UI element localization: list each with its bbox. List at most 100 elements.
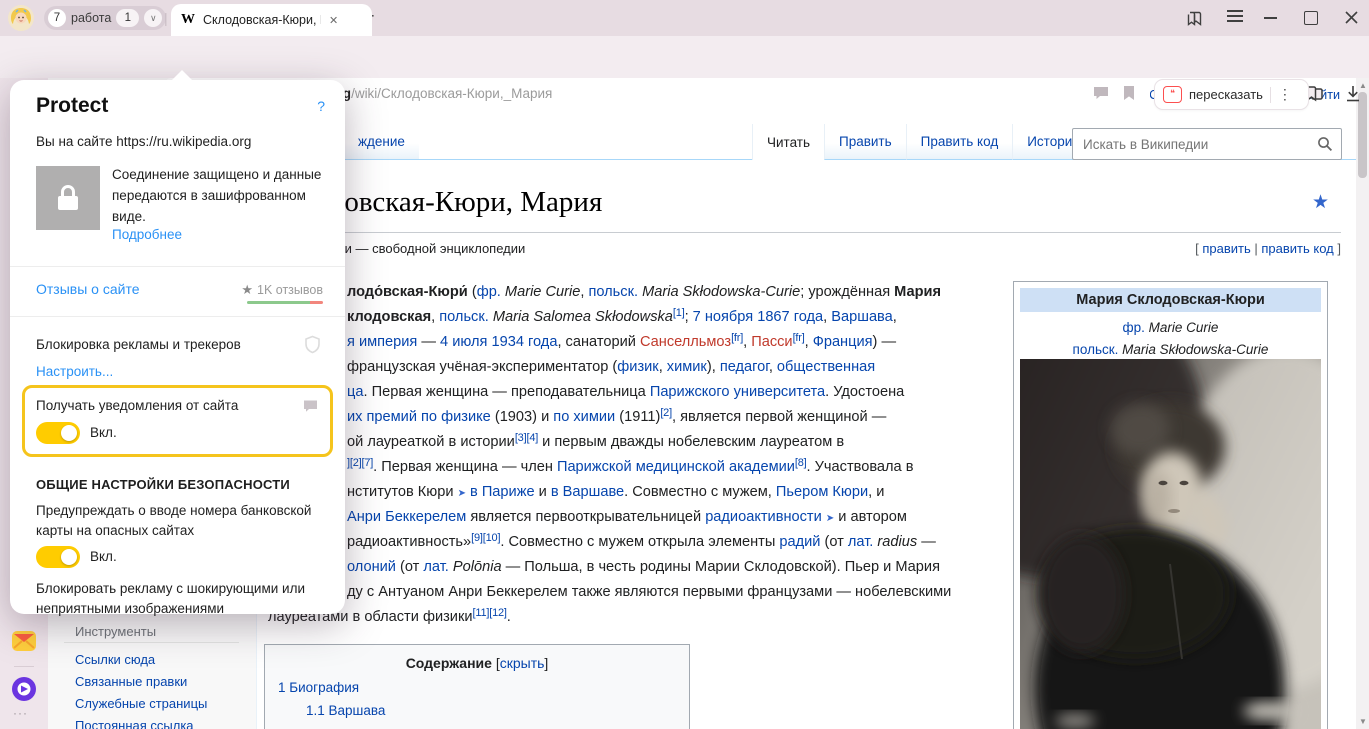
site-reviews-link[interactable]: Отзывы о сайте bbox=[36, 281, 140, 297]
wiki-link[interactable]: их премий по физике bbox=[347, 409, 491, 425]
active-browser-tab[interactable]: W Склодовская-Кюри, Ма ✕ bbox=[171, 4, 372, 36]
reviews-rating-bar bbox=[247, 301, 323, 304]
wiki-link[interactable]: Пасси bbox=[751, 334, 792, 350]
downloads-icon[interactable] bbox=[1344, 84, 1362, 103]
profile-avatar[interactable] bbox=[8, 5, 34, 31]
scroll-down-icon[interactable]: ▼ bbox=[1359, 717, 1367, 726]
sidebar-link-whatlinkshere[interactable]: Ссылки сюда bbox=[75, 652, 155, 667]
wiki-link[interactable]: химик bbox=[667, 359, 707, 375]
menu-icon[interactable] bbox=[1227, 7, 1243, 25]
wiki-link[interactable]: 4 июля bbox=[440, 334, 487, 350]
wiki-link[interactable]: 1867 года bbox=[757, 309, 823, 325]
configure-link[interactable]: Настроить... bbox=[36, 364, 113, 379]
wiki-link[interactable]: в Париже bbox=[470, 484, 535, 500]
ref-link[interactable]: [fr] bbox=[793, 332, 805, 344]
article-line: я империя — 4 июля 1934 года, санаторий … bbox=[347, 334, 896, 350]
wiki-search-input[interactable] bbox=[1073, 137, 1317, 152]
tab-group-pill[interactable]: 7 работа 1 ∨ bbox=[44, 6, 166, 30]
retell-label[interactable]: пересказать bbox=[1189, 87, 1263, 102]
wiki-link[interactable]: польск. bbox=[588, 284, 638, 300]
tab-close-icon[interactable]: ✕ bbox=[329, 14, 338, 27]
wiki-link[interactable]: польск. bbox=[439, 309, 489, 325]
wiki-link[interactable]: ца bbox=[347, 384, 363, 400]
infobox-photo[interactable] bbox=[1020, 359, 1321, 729]
wiki-link[interactable]: ➤ bbox=[826, 513, 834, 524]
card-warning-state: Вкл. bbox=[90, 549, 117, 564]
notifications-toggle[interactable] bbox=[36, 422, 80, 444]
text-segment: французская учёная-экспериментатор ( bbox=[347, 359, 617, 375]
wiki-link[interactable]: по химии bbox=[553, 409, 615, 425]
details-link[interactable]: Подробнее bbox=[112, 227, 182, 242]
wiki-link[interactable]: Анри Беккерелем bbox=[347, 509, 466, 525]
notifications-highlight-box bbox=[22, 385, 333, 457]
wiki-link[interactable]: я империя bbox=[347, 334, 417, 350]
retell-pill[interactable]: ❝ пересказать ⋮ bbox=[1154, 79, 1309, 110]
wiki-link[interactable]: Парижского университета bbox=[650, 384, 825, 400]
wiki-link[interactable]: Санселльмоз bbox=[640, 334, 731, 350]
protect-help-link[interactable]: ? bbox=[317, 98, 325, 114]
toc-title: Содержание [скрыть] bbox=[265, 655, 689, 671]
window-close-icon[interactable] bbox=[1344, 10, 1359, 25]
wiki-link[interactable]: радиоактивности bbox=[705, 509, 822, 525]
wiki-link[interactable]: фр. bbox=[1123, 320, 1145, 335]
wiki-link[interactable]: общественная bbox=[777, 359, 875, 375]
toc-item-biography[interactable]: 1 Биография bbox=[278, 680, 359, 695]
wiki-link[interactable]: 7 ноября bbox=[693, 309, 753, 325]
card-warning-toggle[interactable] bbox=[36, 546, 80, 568]
ref-link[interactable]: [3][4] bbox=[515, 432, 538, 444]
wiki-link[interactable]: лат. bbox=[423, 559, 448, 575]
tab-separator: | bbox=[164, 10, 168, 26]
wiki-link[interactable]: физик bbox=[617, 359, 658, 375]
bookmark-icon[interactable] bbox=[1122, 85, 1136, 101]
alice-icon[interactable] bbox=[11, 676, 37, 702]
ref-link[interactable]: ][2][7] bbox=[347, 457, 373, 469]
sidebar-link-permanent[interactable]: Постоянная ссылка bbox=[75, 718, 194, 729]
tab-read[interactable]: Читать bbox=[752, 124, 824, 160]
wiki-link[interactable]: править bbox=[1202, 241, 1250, 256]
wiki-link[interactable]: педагог bbox=[720, 359, 769, 375]
ref-link[interactable]: [fr] bbox=[731, 332, 743, 344]
tab-discussion-partial[interactable]: ждение bbox=[343, 124, 419, 160]
bookmarks-panel-icon[interactable] bbox=[1186, 10, 1203, 27]
sidebar-link-special[interactable]: Служебные страницы bbox=[75, 696, 207, 711]
toc-item-warsaw[interactable]: 1.1 Варшава bbox=[306, 703, 385, 718]
ref-link[interactable]: [1] bbox=[673, 307, 685, 319]
tab-discussion-label[interactable]: ждение bbox=[343, 124, 419, 160]
wiki-link[interactable]: 1934 года bbox=[491, 334, 557, 350]
sidebar-link-related[interactable]: Связанные правки bbox=[75, 674, 187, 689]
infobox-french-name: фр. Marie Curie bbox=[1020, 320, 1321, 335]
wiki-link[interactable]: ➤ bbox=[458, 488, 466, 499]
notification-chat-icon bbox=[302, 399, 319, 414]
minimize-icon[interactable] bbox=[1264, 17, 1277, 19]
reviews-summary[interactable]: ★ 1K отзывов bbox=[241, 282, 323, 298]
retell-more-icon[interactable]: ⋮ bbox=[1278, 86, 1292, 103]
wiki-link[interactable]: лат. bbox=[848, 534, 873, 550]
wiki-link[interactable]: скрыть bbox=[500, 655, 545, 671]
comments-icon[interactable] bbox=[1092, 85, 1110, 101]
wiki-link[interactable]: в Варшаве bbox=[551, 484, 624, 500]
tab-edit-source[interactable]: Править код bbox=[906, 124, 1013, 160]
ref-link[interactable]: [9][10] bbox=[471, 532, 500, 544]
wiki-link[interactable]: править код bbox=[1261, 241, 1333, 256]
wiki-link[interactable]: Франция bbox=[813, 334, 873, 350]
scrollbar-thumb[interactable] bbox=[1358, 92, 1367, 178]
side-panel-more-icon[interactable]: ··· bbox=[13, 706, 28, 720]
wiki-link[interactable]: польск. bbox=[1073, 342, 1119, 357]
wiki-link[interactable]: фр. bbox=[477, 284, 501, 300]
wiki-link[interactable]: Парижской медицинской академии bbox=[557, 459, 795, 475]
text-segment: (1903) и bbox=[491, 409, 554, 425]
ref-link[interactable]: [8] bbox=[795, 457, 807, 469]
wiki-link[interactable]: Варшава bbox=[831, 309, 893, 325]
watch-star-icon[interactable]: ★ bbox=[1312, 191, 1329, 214]
wiki-search-box bbox=[1072, 128, 1342, 160]
tab-group-chevron-icon[interactable]: ∨ bbox=[144, 9, 162, 27]
yandex-mail-icon[interactable] bbox=[11, 628, 37, 654]
ref-link[interactable]: [2] bbox=[660, 407, 672, 419]
maximize-icon[interactable] bbox=[1304, 11, 1318, 25]
wiki-link[interactable]: радий bbox=[779, 534, 820, 550]
ref-link[interactable]: [11][12] bbox=[473, 607, 507, 619]
wiki-link[interactable]: олоний bbox=[347, 559, 396, 575]
search-icon[interactable] bbox=[1317, 136, 1333, 152]
tab-edit[interactable]: Править bbox=[824, 124, 906, 160]
wiki-link[interactable]: Пьером Кюри bbox=[776, 484, 868, 500]
